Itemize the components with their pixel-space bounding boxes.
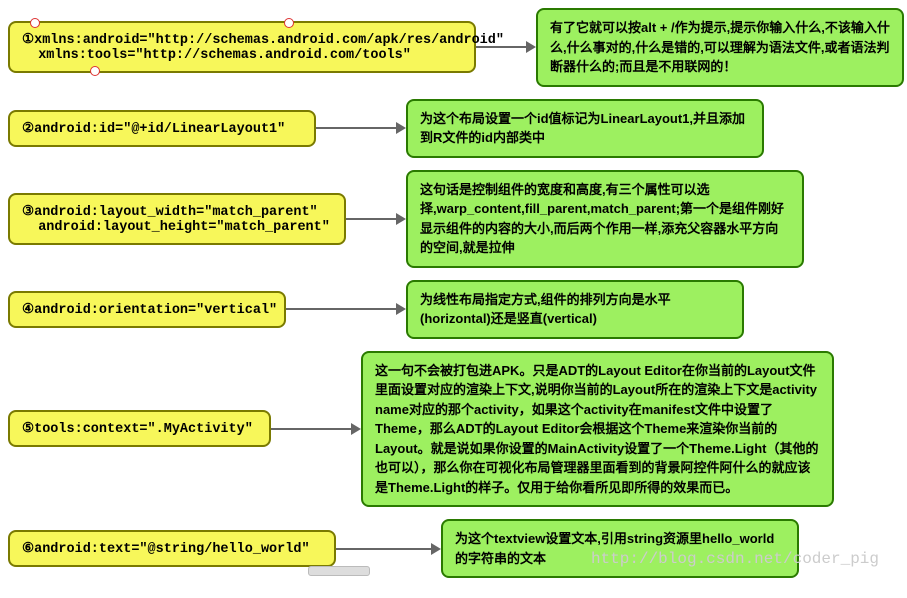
desc-box-3: 这句话是控制组件的宽度和高度,有三个属性可以选择,warp_content,fi… (406, 170, 804, 268)
selection-handle[interactable] (90, 66, 100, 76)
arrow-icon (271, 423, 361, 435)
selection-handle[interactable] (30, 18, 40, 28)
desc-box-5: 这一句不会被打包进APK。只是ADT的Layout Editor在你当前的Lay… (361, 351, 834, 508)
code-box-6: ⑥android:text="@string/hello_world" (8, 530, 336, 567)
code-box-1: ①xmlns:android="http://schemas.android.c… (8, 21, 476, 73)
arrow-icon (286, 303, 406, 315)
code-box-2: ②android:id="@+id/LinearLayout1" (8, 110, 316, 147)
code-box-5: ⑤tools:context=".MyActivity" (8, 410, 271, 447)
diagram-row-1: ①xmlns:android="http://schemas.android.c… (8, 8, 899, 87)
arrow-icon (316, 122, 406, 134)
desc-box-2: 为这个布局设置一个id值标记为LinearLayout1,并且添加到R文件的id… (406, 99, 764, 158)
arrow-icon (336, 543, 441, 555)
diagram-row-4: ④android:orientation="vertical" 为线性布局指定方式… (8, 280, 899, 339)
arrow-icon (346, 213, 406, 225)
desc-box-1: 有了它就可以按alt + /作为提示,提示你输入什么,不该输入什么,什么事对的,… (536, 8, 904, 87)
code-box-3: ③android:layout_width="match_parent" and… (8, 193, 346, 245)
diagram-row-5: ⑤tools:context=".MyActivity" 这一句不会被打包进APK… (8, 351, 899, 508)
diagram-row-6: ⑥android:text="@string/hello_world" 为这个te… (8, 519, 899, 578)
diagram-row-3: ③android:layout_width="match_parent" and… (8, 170, 899, 268)
selection-handle[interactable] (284, 18, 294, 28)
desc-box-6: 为这个textview设置文本,引用string资源里hello_world的字… (441, 519, 799, 578)
horizontal-scrollbar[interactable] (308, 566, 370, 576)
diagram-row-2: ②android:id="@+id/LinearLayout1" 为这个布局设置一… (8, 99, 899, 158)
code-box-4: ④android:orientation="vertical" (8, 291, 286, 328)
desc-box-4: 为线性布局指定方式,组件的排列方向是水平(horizontal)还是竖直(ver… (406, 280, 744, 339)
